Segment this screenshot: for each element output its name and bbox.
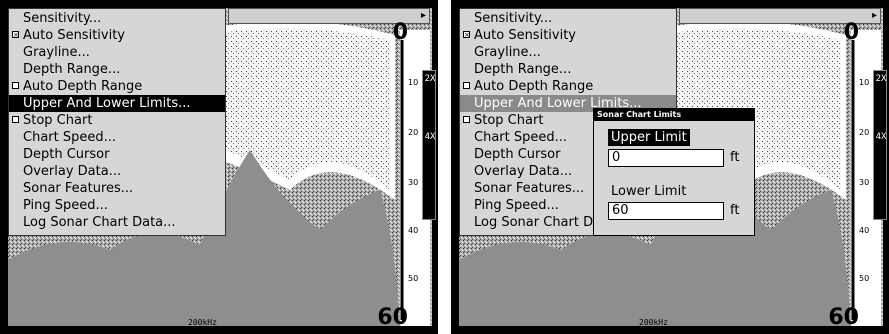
depth-top-label: 0 — [843, 20, 859, 45]
menu-item-label: Stop Chart — [23, 113, 93, 128]
arrow-right-icon: ▸ — [871, 10, 877, 21]
menu-item-label: Auto Depth Range — [474, 79, 594, 94]
dialog-title: Sonar Chart Limits — [594, 109, 754, 121]
menu-item-grayline[interactable]: Grayline... — [9, 44, 225, 61]
checkbox-unchecked-icon[interactable] — [463, 116, 470, 123]
frequency-label: 200kHz — [639, 318, 668, 327]
menu-item-label: Depth Range... — [474, 62, 572, 77]
checkbox-unchecked-icon[interactable] — [12, 116, 19, 123]
depth-tick: 50 — [859, 274, 870, 283]
menu-item-grayline[interactable]: Grayline... — [460, 44, 676, 61]
menu-item-label: Auto Sensitivity — [23, 28, 125, 43]
menu-item-sensitivity[interactable]: Sensitivity... — [460, 10, 676, 27]
depth-tick: 40 — [408, 226, 419, 235]
sonar-chart-limits-dialog: Sonar Chart Limits Upper Limit 0 ft Lowe… — [593, 108, 755, 236]
checkbox-unchecked-icon[interactable] — [463, 82, 470, 89]
menu-item-label: Grayline... — [23, 45, 90, 60]
menu-item-label: Grayline... — [474, 45, 541, 60]
upper-limit-unit: ft — [730, 150, 740, 165]
depth-tick: 40 — [859, 226, 870, 235]
depth-bottom-label: 60 — [377, 305, 408, 330]
zoom-4x-label: 4X — [424, 132, 436, 142]
sonar-screen-left: ▸ 0 60 200kHz 10 20 30 40 50 2X 4X Sensi… — [0, 0, 438, 334]
menu-item-label: Depth Range... — [23, 62, 121, 77]
menu-item-label: Auto Sensitivity — [474, 28, 576, 43]
checkbox-unchecked-icon[interactable] — [12, 82, 19, 89]
depth-tick: 50 — [408, 274, 419, 283]
zoom-indicator: 2X 4X — [873, 70, 887, 220]
sonar-screen-right: ▸ 0 60 200kHz 10 20 30 40 50 2X 4X Sensi… — [451, 0, 889, 334]
menu-item-upper-lower-limits[interactable]: Upper And Lower Limits... — [9, 95, 225, 112]
frequency-label: 200kHz — [188, 318, 217, 327]
menu-item-label: Ping Speed... — [474, 198, 559, 213]
menu-item-label: Chart Speed... — [474, 130, 568, 145]
zoom-2x-label: 2X — [424, 74, 436, 84]
menu-item-stop-chart[interactable]: Stop Chart — [9, 112, 225, 129]
depth-tick: 30 — [859, 178, 870, 187]
menu-item-sonar-features[interactable]: Sonar Features... — [9, 180, 225, 197]
menu-item-label: Ping Speed... — [23, 198, 108, 213]
menu-item-ping-speed[interactable]: Ping Speed... — [9, 197, 225, 214]
menu-item-auto-sensitivity[interactable]: × Auto Sensitivity — [9, 27, 225, 44]
menu-item-chart-speed[interactable]: Chart Speed... — [9, 129, 225, 146]
menu-item-label: Auto Depth Range — [23, 79, 143, 94]
depth-tick: 20 — [408, 128, 419, 137]
menu-item-overlay-data[interactable]: Overlay Data... — [9, 163, 225, 180]
menu-item-label: Overlay Data... — [23, 164, 122, 179]
depth-top-label: 0 — [392, 20, 408, 45]
depth-bottom-label: 60 — [828, 305, 859, 330]
menu-item-label: Sonar Features... — [474, 181, 585, 196]
depth-tick: 20 — [859, 128, 870, 137]
arrow-right-icon: ▸ — [420, 10, 426, 21]
menu-item-auto-depth-range[interactable]: Auto Depth Range — [460, 78, 676, 95]
upper-limit-label: Upper Limit — [608, 129, 690, 146]
lower-limit-input[interactable]: 60 — [608, 202, 724, 220]
menu-item-label: Chart Speed... — [23, 130, 117, 145]
menu-item-sensitivity[interactable]: Sensitivity... — [9, 10, 225, 27]
menu-item-log-sonar-chart-data[interactable]: Log Sonar Chart Data... — [9, 214, 225, 231]
zoom-2x-label: 2X — [875, 74, 887, 84]
menu-item-label: Sonar Features... — [23, 181, 134, 196]
checkbox-checked-icon[interactable]: × — [463, 31, 470, 39]
upper-limit-input[interactable]: 0 — [608, 149, 724, 167]
menu-item-label: Sensitivity... — [23, 11, 102, 26]
checkbox-checked-icon[interactable]: × — [12, 31, 19, 39]
menu-item-label: Sensitivity... — [474, 11, 553, 26]
menu-item-label: Depth Cursor — [474, 147, 561, 162]
menu-item-label: Overlay Data... — [474, 164, 573, 179]
zoom-4x-label: 4X — [875, 132, 887, 142]
menu-item-auto-sensitivity[interactable]: × Auto Sensitivity — [460, 27, 676, 44]
sonar-menu: Sensitivity... × Auto Sensitivity Graylin… — [8, 8, 226, 236]
menu-item-auto-depth-range[interactable]: Auto Depth Range — [9, 78, 225, 95]
depth-tick: 10 — [859, 78, 870, 87]
depth-tick: 10 — [408, 78, 419, 87]
menu-item-label: Stop Chart — [474, 113, 544, 128]
menu-item-depth-cursor[interactable]: Depth Cursor — [9, 146, 225, 163]
menu-item-depth-range[interactable]: Depth Range... — [9, 61, 225, 78]
menu-item-label: Depth Cursor — [23, 147, 110, 162]
lower-limit-unit: ft — [730, 203, 740, 218]
depth-tick: 30 — [408, 178, 419, 187]
menu-item-label: Upper And Lower Limits... — [23, 96, 191, 111]
lower-limit-label: Lower Limit — [611, 184, 687, 199]
zoom-indicator: 2X 4X — [422, 70, 436, 220]
menu-item-depth-range[interactable]: Depth Range... — [460, 61, 676, 78]
menu-item-label: Log Sonar Chart Data... — [23, 215, 176, 230]
